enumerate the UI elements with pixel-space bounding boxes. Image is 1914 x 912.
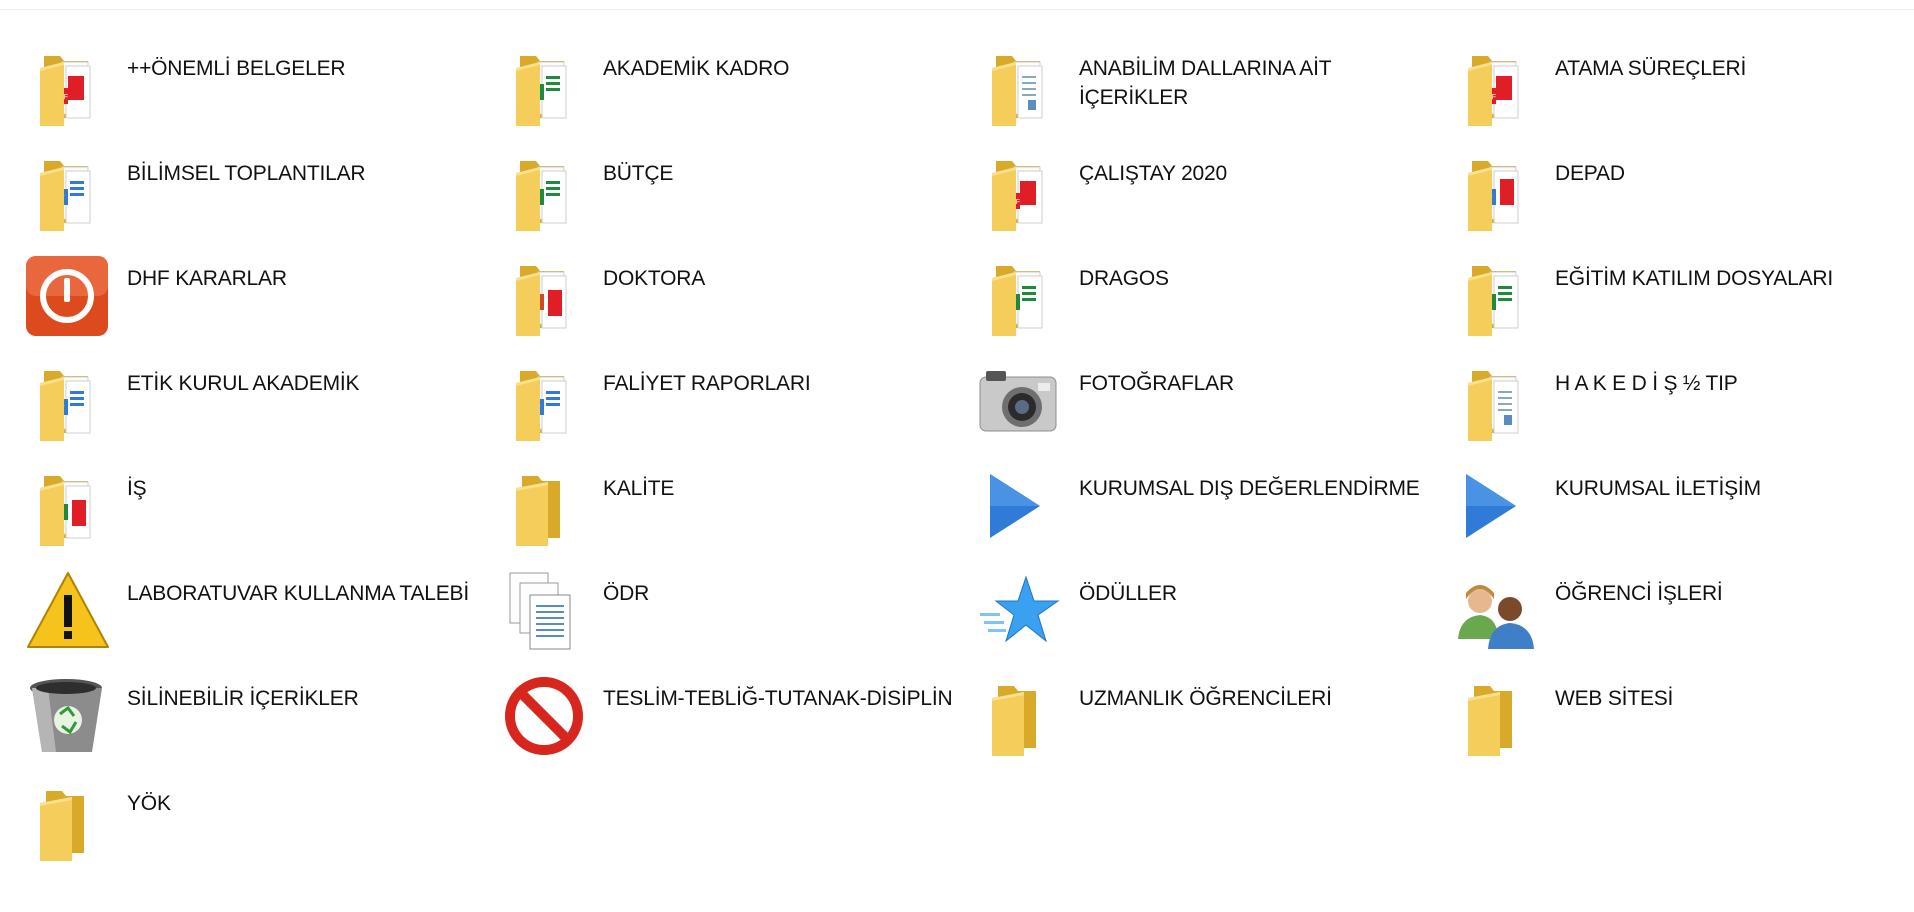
play-icon <box>1454 464 1538 548</box>
file-item-label: KURUMSAL İLETİŞİM <box>1555 477 1761 500</box>
file-item-label: ÖĞRENCİ İŞLERİ <box>1555 582 1723 605</box>
file-item[interactable]: x AKADEMİK KADRO <box>502 44 972 144</box>
file-item-label: DHF KARARLAR <box>127 267 287 290</box>
users-icon <box>1454 569 1538 653</box>
folder-excel-icon: x <box>502 44 586 128</box>
file-item[interactable]: P DOKTORA <box>502 254 972 354</box>
folder-pdf-icon: PDF <box>26 44 110 128</box>
folder-excel-pdf-icon: x <box>26 464 110 548</box>
file-item[interactable]: SİLİNEBİLİR İÇERİKLER <box>26 674 496 774</box>
file-item[interactable]: H A K E D İ Ş ½ TIP <box>1454 359 1914 459</box>
no-entry-icon <box>502 674 586 758</box>
file-item[interactable]: FOTOĞRAFLAR <box>978 359 1448 459</box>
documents-icon <box>502 569 586 653</box>
file-item-label: DEPAD <box>1555 162 1625 185</box>
power-icon <box>26 254 110 338</box>
file-item-label: H A K E D İ Ş ½ TIP <box>1555 372 1738 395</box>
folder-icon <box>26 779 110 863</box>
file-item[interactable]: DHF KARARLAR <box>26 254 496 354</box>
file-item[interactable]: ANABİLİM DALLARINA AİT İÇERİKLER <box>978 44 1448 144</box>
play-icon <box>978 464 1062 548</box>
file-item[interactable]: W FALİYET RAPORLARI <box>502 359 972 459</box>
file-item-label: DRAGOS <box>1079 267 1169 290</box>
file-item[interactable]: x BÜTÇE <box>502 149 972 249</box>
file-item[interactable]: KURUMSAL DIŞ DEĞERLENDİRME <box>978 464 1448 564</box>
folder-doc-icon <box>1454 359 1538 443</box>
file-item-label: ÖDR <box>603 582 650 605</box>
file-item-label: EĞİTİM KATILIM DOSYALARI <box>1555 267 1833 290</box>
file-item-label: DOKTORA <box>603 267 706 290</box>
folder-excel-icon: x <box>978 254 1062 338</box>
folder-word-icon: W <box>502 359 586 443</box>
file-item-label: AKADEMİK KADRO <box>603 57 790 80</box>
file-item[interactable]: KURUMSAL İLETİŞİM <box>1454 464 1914 564</box>
file-item-label: ÖDÜLLER <box>1079 582 1177 605</box>
folder-doc-icon <box>978 44 1062 128</box>
folder-word-icon: W <box>26 359 110 443</box>
folder-ppt-icon: P <box>502 254 586 338</box>
folder-icon <box>502 464 586 548</box>
folder-icon <box>978 674 1062 758</box>
file-item[interactable]: UZMANLIK ÖĞRENCİLERİ <box>978 674 1448 774</box>
file-item-label: LABORATUVAR KULLANMA TALEBİ <box>127 582 469 605</box>
file-item[interactable]: x DRAGOS <box>978 254 1448 354</box>
warning-icon <box>26 569 110 653</box>
file-item[interactable]: LABORATUVAR KULLANMA TALEBİ <box>26 569 496 669</box>
file-item[interactable]: x EĞİTİM KATILIM DOSYALARI <box>1454 254 1914 354</box>
folder-excel-icon: x <box>502 149 586 233</box>
file-item-label: İŞ <box>127 477 147 500</box>
file-item-label: ++ÖNEMLİ BELGELER <box>127 57 346 80</box>
file-item-label: WEB SİTESİ <box>1555 687 1674 710</box>
file-item-label: SİLİNEBİLİR İÇERİKLER <box>127 687 359 710</box>
file-item-label: BİLİMSEL TOPLANTILAR <box>127 162 366 185</box>
file-item-label: YÖK <box>127 792 171 815</box>
file-item-label: FOTOĞRAFLAR <box>1079 372 1234 395</box>
file-item[interactable]: YÖK <box>26 779 496 879</box>
window-top-edge <box>0 0 1914 10</box>
file-item-label: ANABİLİM DALLARINA AİT İÇERİKLER <box>1079 57 1331 109</box>
folder-pdf-icon: PDF <box>1454 44 1538 128</box>
file-item-label: ATAMA SÜREÇLERİ <box>1555 57 1747 80</box>
folder-icon <box>1454 674 1538 758</box>
file-grid: PDF ++ÖNEMLİ BELGELER x AKADEMİK KADRO A… <box>26 44 1874 884</box>
file-item[interactable]: W BİLİMSEL TOPLANTILAR <box>26 149 496 249</box>
folder-pdf-icon: PDF <box>978 149 1062 233</box>
file-item[interactable]: PDF ATAMA SÜREÇLERİ <box>1454 44 1914 144</box>
file-item[interactable]: W ETİK KURUL AKADEMİK <box>26 359 496 459</box>
folder-word-pdf-icon: W <box>1454 149 1538 233</box>
camera-icon <box>978 359 1062 443</box>
file-item-label: UZMANLIK ÖĞRENCİLERİ <box>1079 687 1332 710</box>
file-item[interactable]: ÖDÜLLER <box>978 569 1448 669</box>
recycle-bin-icon <box>26 674 110 758</box>
folder-excel-icon: x <box>1454 254 1538 338</box>
file-item[interactable]: KALİTE <box>502 464 972 564</box>
file-item-label: KURUMSAL DIŞ DEĞERLENDİRME <box>1079 477 1420 500</box>
file-item[interactable]: WEB SİTESİ <box>1454 674 1914 774</box>
file-item[interactable]: x İŞ <box>26 464 496 564</box>
file-item-label: BÜTÇE <box>603 162 674 185</box>
file-item-label: FALİYET RAPORLARI <box>603 372 811 395</box>
file-item[interactable]: ÖDR <box>502 569 972 669</box>
file-item-label: ETİK KURUL AKADEMİK <box>127 372 360 395</box>
file-item-label: KALİTE <box>603 477 675 500</box>
file-item[interactable]: PDF ÇALIŞTAY 2020 <box>978 149 1448 249</box>
folder-word-icon: W <box>26 149 110 233</box>
file-item-label: TESLİM-TEBLİĞ-TUTANAK-DİSİPLİN <box>603 687 953 710</box>
file-item[interactable]: W DEPAD <box>1454 149 1914 249</box>
star-icon <box>978 569 1062 653</box>
file-item-label: ÇALIŞTAY 2020 <box>1079 162 1227 185</box>
file-item[interactable]: TESLİM-TEBLİĞ-TUTANAK-DİSİPLİN <box>502 674 972 774</box>
file-item[interactable]: ÖĞRENCİ İŞLERİ <box>1454 569 1914 669</box>
file-item[interactable]: PDF ++ÖNEMLİ BELGELER <box>26 44 496 144</box>
